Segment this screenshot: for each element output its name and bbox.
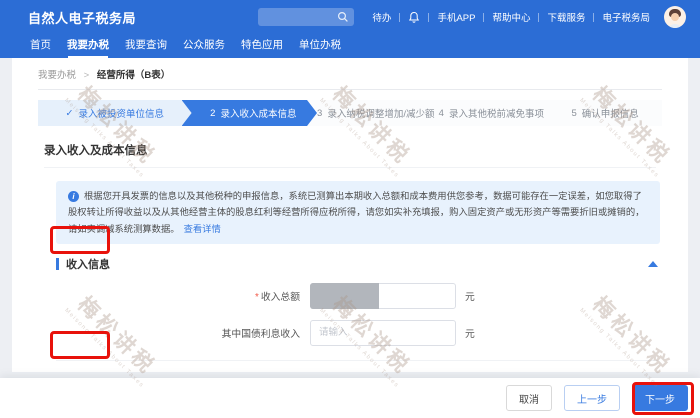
step-2-income-cost-info[interactable]: 2 录入收入成本信息 — [182, 100, 317, 126]
avatar-face — [671, 13, 679, 21]
breadcrumb-divider — [38, 89, 662, 90]
step-label: 确认申报信息 — [582, 106, 639, 120]
info-icon: i — [68, 191, 79, 202]
header-link-download[interactable]: 下载服务 — [539, 10, 593, 24]
income-section-title: 收入信息 — [66, 256, 110, 272]
section-accent-bar — [56, 258, 59, 270]
nav-item-public-service[interactable]: 公众服务 — [183, 34, 225, 58]
step-check-icon: ✓ — [66, 108, 74, 119]
step-label: 录入其他税前减免事项 — [449, 106, 544, 120]
step-1-invested-entity-info[interactable]: ✓ 录入被投资单位信息 — [38, 100, 192, 126]
breadcrumb-current: 经营所得（B表） — [97, 70, 170, 81]
app-title: 自然人电子税务局 — [28, 8, 136, 27]
notice-banner: i根据您开具发票的信息以及其他税种的申报信息，系统已测算出本期收入总额和成本费用… — [56, 181, 660, 244]
search-icon — [337, 11, 349, 23]
unit-label: 元 — [465, 326, 475, 340]
step-label: 录入收入成本信息 — [220, 106, 296, 120]
breadcrumb-parent[interactable]: 我要办税 — [38, 70, 76, 81]
breadcrumb: 我要办税 > 经营所得（B表） — [12, 58, 688, 81]
section-divider — [56, 360, 658, 361]
collapse-up-icon[interactable] — [648, 261, 658, 267]
total-income-label: *收入总额 — [12, 289, 310, 303]
header-link-todo[interactable]: 待办 — [364, 10, 399, 24]
notification-bell-icon[interactable] — [400, 11, 428, 24]
content-panel: 我要办税 > 经营所得（B表） ✓ 录入被投资单位信息 2 录入收入成本信息 3… — [12, 58, 688, 372]
unit-label: 元 — [465, 289, 475, 303]
notice-text: 根据您开具发票的信息以及其他税种的申报信息，系统已测算出本期收入总额和成本费用供… — [68, 191, 644, 234]
breadcrumb-separator: > — [84, 70, 90, 81]
header-link-etax-bureau[interactable]: 电子税务局 — [594, 10, 658, 24]
nav-item-tax-handling[interactable]: 我要办税 — [67, 34, 109, 58]
user-avatar[interactable] — [664, 6, 686, 28]
step-number: 4 — [439, 108, 444, 119]
nav-item-company-tax[interactable]: 单位办税 — [299, 34, 341, 58]
step-4-pre-tax-deductions[interactable]: 4 录入其他税前减免事项 — [434, 100, 548, 126]
total-income-input[interactable] — [310, 283, 456, 309]
step-number: 3 — [317, 108, 322, 119]
required-asterisk: * — [255, 292, 259, 303]
app-header: 自然人电子税务局 待办 手机APP 帮助中心 下载服务 电子税务局 — [0, 0, 700, 34]
search-input[interactable] — [258, 8, 354, 26]
next-step-button[interactable]: 下一步 — [632, 385, 688, 411]
cancel-button[interactable]: 取消 — [506, 385, 552, 411]
nav-item-home[interactable]: 首页 — [30, 34, 51, 58]
step-3-tax-adjustment[interactable]: 3 录入纳税调整增加/减少额 — [317, 100, 434, 126]
main-nav: 首页 我要办税 我要查询 公众服务 特色应用 单位办税 — [0, 34, 700, 58]
step-number: 5 — [571, 108, 576, 119]
page-title: 录入收入及成本信息 — [44, 142, 656, 168]
treasury-interest-label: 其中国债利息收入 — [12, 326, 310, 340]
nav-item-featured-apps[interactable]: 特色应用 — [241, 34, 283, 58]
header-link-mobile-app[interactable]: 手机APP — [429, 10, 483, 24]
step-number: 2 — [210, 108, 215, 119]
header-link-help-center[interactable]: 帮助中心 — [484, 10, 538, 24]
step-5-confirm-declaration[interactable]: 5 确认申报信息 — [548, 100, 662, 126]
nav-item-query[interactable]: 我要查询 — [125, 34, 167, 58]
previous-step-button[interactable]: 上一步 — [564, 385, 620, 411]
income-section-header: 收入信息 — [56, 258, 658, 271]
view-details-link[interactable]: 查看详情 — [184, 224, 221, 234]
step-wizard: ✓ 录入被投资单位信息 2 录入收入成本信息 3 录入纳税调整增加/减少额 4 … — [38, 100, 662, 126]
step-label: 录入纳税调整增加/减少额 — [327, 106, 434, 120]
step-label: 录入被投资单位信息 — [79, 106, 165, 120]
cost-section-title: 成本费用 — [66, 371, 110, 372]
total-income-row: *收入总额 元 — [12, 283, 688, 309]
action-footer: 取消 上一步 下一步 — [0, 378, 700, 418]
avatar-body — [668, 24, 682, 28]
treasury-interest-input[interactable] — [310, 320, 456, 346]
treasury-interest-row: 其中国债利息收入 元 — [12, 320, 688, 346]
